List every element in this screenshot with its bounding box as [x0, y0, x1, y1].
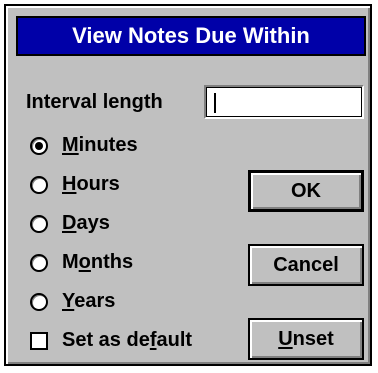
radio-selected-icon[interactable] [30, 136, 48, 155]
radio-unselected-icon[interactable] [30, 292, 48, 311]
dialog-title: View Notes Due Within [16, 16, 366, 56]
radio-days-label: Days [62, 212, 110, 234]
radio-years-label: Years [62, 290, 116, 312]
ok-button[interactable]: OK [248, 170, 364, 212]
radio-minutes-label: Minutes [62, 134, 138, 156]
radio-unselected-icon[interactable] [30, 175, 48, 194]
radio-unselected-icon[interactable] [30, 214, 48, 233]
interval-length-input[interactable] [204, 85, 364, 119]
radio-unselected-icon[interactable] [30, 253, 48, 272]
checkbox-unchecked-icon[interactable] [30, 331, 48, 350]
unset-button[interactable]: Unset [248, 318, 364, 360]
set-as-default-label: Set as default [62, 329, 193, 351]
radio-hours[interactable]: Hours [30, 173, 120, 196]
cancel-button[interactable]: Cancel [248, 244, 364, 286]
radio-months-label: Months [62, 251, 134, 273]
radio-months[interactable]: Months [30, 251, 133, 274]
interval-length-label-text: Interval length [26, 91, 163, 113]
text-caret [214, 93, 216, 113]
interval-length-label: Interval length [26, 92, 163, 112]
radio-minutes[interactable]: Minutes [30, 134, 138, 157]
set-as-default-checkbox-row[interactable]: Set as default [30, 329, 192, 352]
radio-years[interactable]: Years [30, 290, 115, 313]
view-notes-dialog: View Notes Due Within Interval length Mi… [4, 4, 372, 366]
radio-days[interactable]: Days [30, 212, 110, 235]
radio-hours-label: Hours [62, 173, 120, 195]
